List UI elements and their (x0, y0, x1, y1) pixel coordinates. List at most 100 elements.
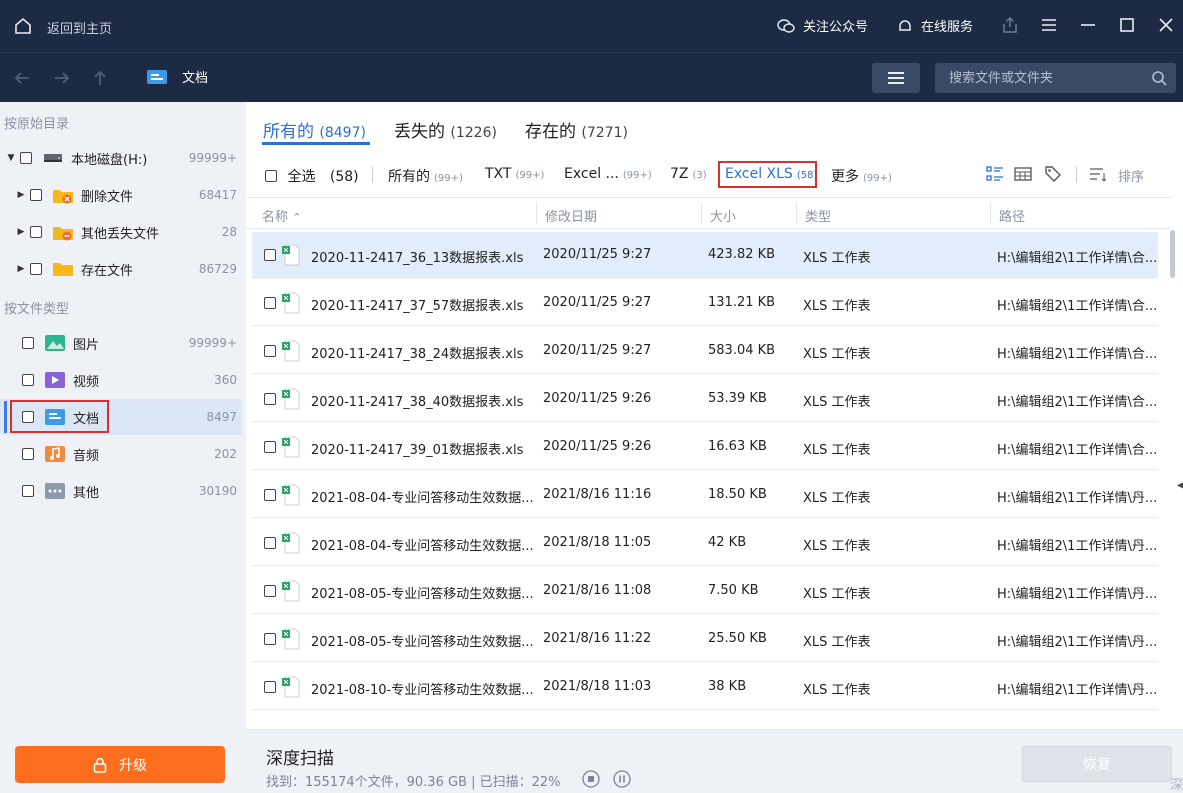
up-arrow-icon[interactable] (90, 68, 110, 88)
table-row[interactable]: 2021-08-10-专业问答移动生效数据... 2021/8/18 11:03… (252, 664, 1158, 710)
xls-file-icon (282, 436, 300, 458)
column-divider[interactable] (701, 202, 702, 224)
table-row[interactable]: 2021-08-05-专业问答移动生效数据... 2021/8/16 11:22… (252, 616, 1158, 662)
upgrade-button[interactable]: 升级 (15, 746, 225, 783)
checkbox[interactable] (264, 297, 276, 309)
filter-7z[interactable]: 7Z (3) (670, 166, 707, 182)
file-size: 16.63 KB (708, 439, 767, 454)
minimize-icon[interactable] (1078, 15, 1098, 35)
table-row[interactable]: 2020-11-2417_39_01数据报表.xls 2020/11/25 9:… (252, 424, 1158, 470)
search-icon[interactable] (1151, 70, 1167, 86)
tab-count: (1226) (450, 125, 497, 141)
filter-count: (99+) (434, 173, 463, 184)
tree-item-existing-files[interactable]: ▶ 存在文件 86729 (0, 251, 242, 287)
tab-label: 存在的 (525, 122, 576, 142)
checkbox[interactable] (264, 681, 276, 693)
checkbox[interactable] (30, 189, 42, 201)
column-header-type[interactable]: 类型 (805, 206, 831, 225)
expanded-caret-icon[interactable]: ▼ (6, 153, 16, 163)
table-row[interactable]: 2021-08-05-专业问答移动生效数据... 2021/8/16 11:08… (252, 568, 1158, 614)
collapsed-caret-icon[interactable]: ▶ (16, 264, 26, 274)
type-item-audio[interactable]: 音频 202 (0, 436, 242, 472)
back-arrow-icon[interactable] (12, 68, 32, 88)
type-item-images[interactable]: 图片 99999+ (0, 325, 242, 361)
collapsed-caret-icon[interactable]: ▶ (16, 227, 26, 237)
tag-icon[interactable] (1043, 164, 1063, 184)
checkbox[interactable] (264, 393, 276, 405)
filter-bar: 全选 (58) 所有的 (99+) TXT (99+) Excel ... (99+)… (246, 158, 1183, 188)
checkbox[interactable] (264, 585, 276, 597)
tree-item-local-disk[interactable]: ▼ 本地磁盘(H:) 99999+ (0, 140, 242, 176)
home-icon[interactable] (14, 17, 32, 35)
column-divider[interactable] (536, 202, 537, 224)
type-item-label: 其他 (73, 485, 100, 501)
table-row[interactable]: 2021-08-04-专业问答移动生效数据... 2021/8/16 11:16… (252, 472, 1158, 518)
checkbox[interactable] (264, 249, 276, 261)
maximize-icon[interactable] (1117, 15, 1137, 35)
table-row[interactable]: 2020-11-2417_36_13数据报表.xls 2020/11/25 9:… (252, 232, 1158, 278)
online-service-button[interactable]: 在线服务 (897, 16, 973, 35)
filter-txt[interactable]: TXT (99+) (485, 166, 544, 182)
checkbox[interactable] (30, 263, 42, 275)
collapsed-caret-icon[interactable]: ▶ (16, 190, 26, 200)
list-view-icon[interactable] (985, 164, 1005, 184)
checkbox[interactable] (20, 152, 32, 164)
checkbox[interactable] (22, 485, 34, 497)
tab-existing[interactable]: 存在的 (7271) (525, 117, 628, 142)
column-divider[interactable] (796, 202, 797, 224)
filter-excel[interactable]: Excel ... (99+) (564, 166, 652, 182)
tree-item-deleted-files[interactable]: ▶ 删除文件 68417 (0, 177, 242, 213)
menu-icon[interactable] (1039, 15, 1059, 35)
checkbox[interactable] (264, 633, 276, 645)
checkbox[interactable] (22, 374, 34, 386)
filter-count: (99+) (515, 170, 545, 181)
table-row[interactable]: 2021-08-04-专业问答移动生效数据... 2021/8/18 11:05… (252, 520, 1158, 566)
share-icon[interactable] (1000, 15, 1020, 35)
view-menu-button[interactable] (872, 63, 920, 93)
table-row[interactable]: 2020-11-2417_38_24数据报表.xls 2020/11/25 9:… (252, 328, 1158, 374)
collapse-panel-caret-icon[interactable]: ◀ (1177, 480, 1183, 491)
back-to-home-link[interactable]: 返回到主页 (47, 18, 112, 37)
tab-lost[interactable]: 丢失的 (1226) (394, 117, 497, 142)
tree-item-other-lost-files[interactable]: ▶ 其他丢失文件 28 (0, 214, 242, 250)
table-row[interactable]: 2020-11-2417_37_57数据报表.xls 2020/11/25 9:… (252, 280, 1158, 326)
stop-scan-icon[interactable] (582, 770, 600, 788)
checkbox[interactable] (265, 170, 277, 182)
tab-all[interactable]: 所有的 (8497) (263, 117, 366, 142)
checkbox[interactable] (22, 337, 34, 349)
filter-label: TXT (485, 166, 512, 182)
type-item-others[interactable]: 其他 30190 (0, 473, 242, 509)
search-input[interactable] (935, 63, 1145, 93)
forward-arrow-icon[interactable] (52, 68, 72, 88)
column-divider[interactable] (990, 202, 991, 224)
sort-icon[interactable] (1088, 164, 1108, 184)
checkbox[interactable] (264, 345, 276, 357)
checkbox[interactable] (264, 537, 276, 549)
column-header-path[interactable]: 路径 (999, 206, 1025, 225)
breadcrumb-current[interactable]: 文档 (182, 67, 208, 86)
pause-scan-icon[interactable] (613, 770, 631, 788)
select-all-checkbox[interactable]: 全选 (58) (265, 166, 359, 186)
type-item-videos[interactable]: 视频 360 (0, 362, 242, 398)
checkbox[interactable] (264, 489, 276, 501)
select-all-label: 全选 (287, 169, 316, 185)
filter-more[interactable]: 更多 (99+) (831, 166, 892, 186)
title-bar: 返回到主页 关注公众号 在线服务 (0, 0, 1183, 52)
table-row[interactable]: 2020-11-2417_38_40数据报表.xls 2020/11/25 9:… (252, 376, 1158, 422)
checkbox[interactable] (264, 441, 276, 453)
filter-all[interactable]: 所有的 (99+) (388, 166, 463, 186)
checkbox[interactable] (30, 226, 42, 238)
column-header-name[interactable]: 名称 ⌃ (262, 206, 301, 225)
column-header-date[interactable]: 修改日期 (545, 206, 597, 225)
grid-view-icon[interactable] (1013, 164, 1033, 184)
vertical-scrollbar[interactable] (1170, 230, 1175, 278)
column-header-size[interactable]: 大小 (710, 206, 736, 225)
lock-icon (93, 757, 107, 773)
file-type: XLS 工作表 (803, 395, 871, 410)
checkbox[interactable] (22, 448, 34, 460)
sort-button[interactable]: 排序 (1118, 166, 1144, 185)
follow-official-account-button[interactable]: 关注公众号 (777, 16, 868, 35)
item-count: 202 (214, 447, 237, 461)
close-icon[interactable] (1156, 15, 1176, 35)
restore-button[interactable]: 恢复 (1022, 746, 1172, 782)
